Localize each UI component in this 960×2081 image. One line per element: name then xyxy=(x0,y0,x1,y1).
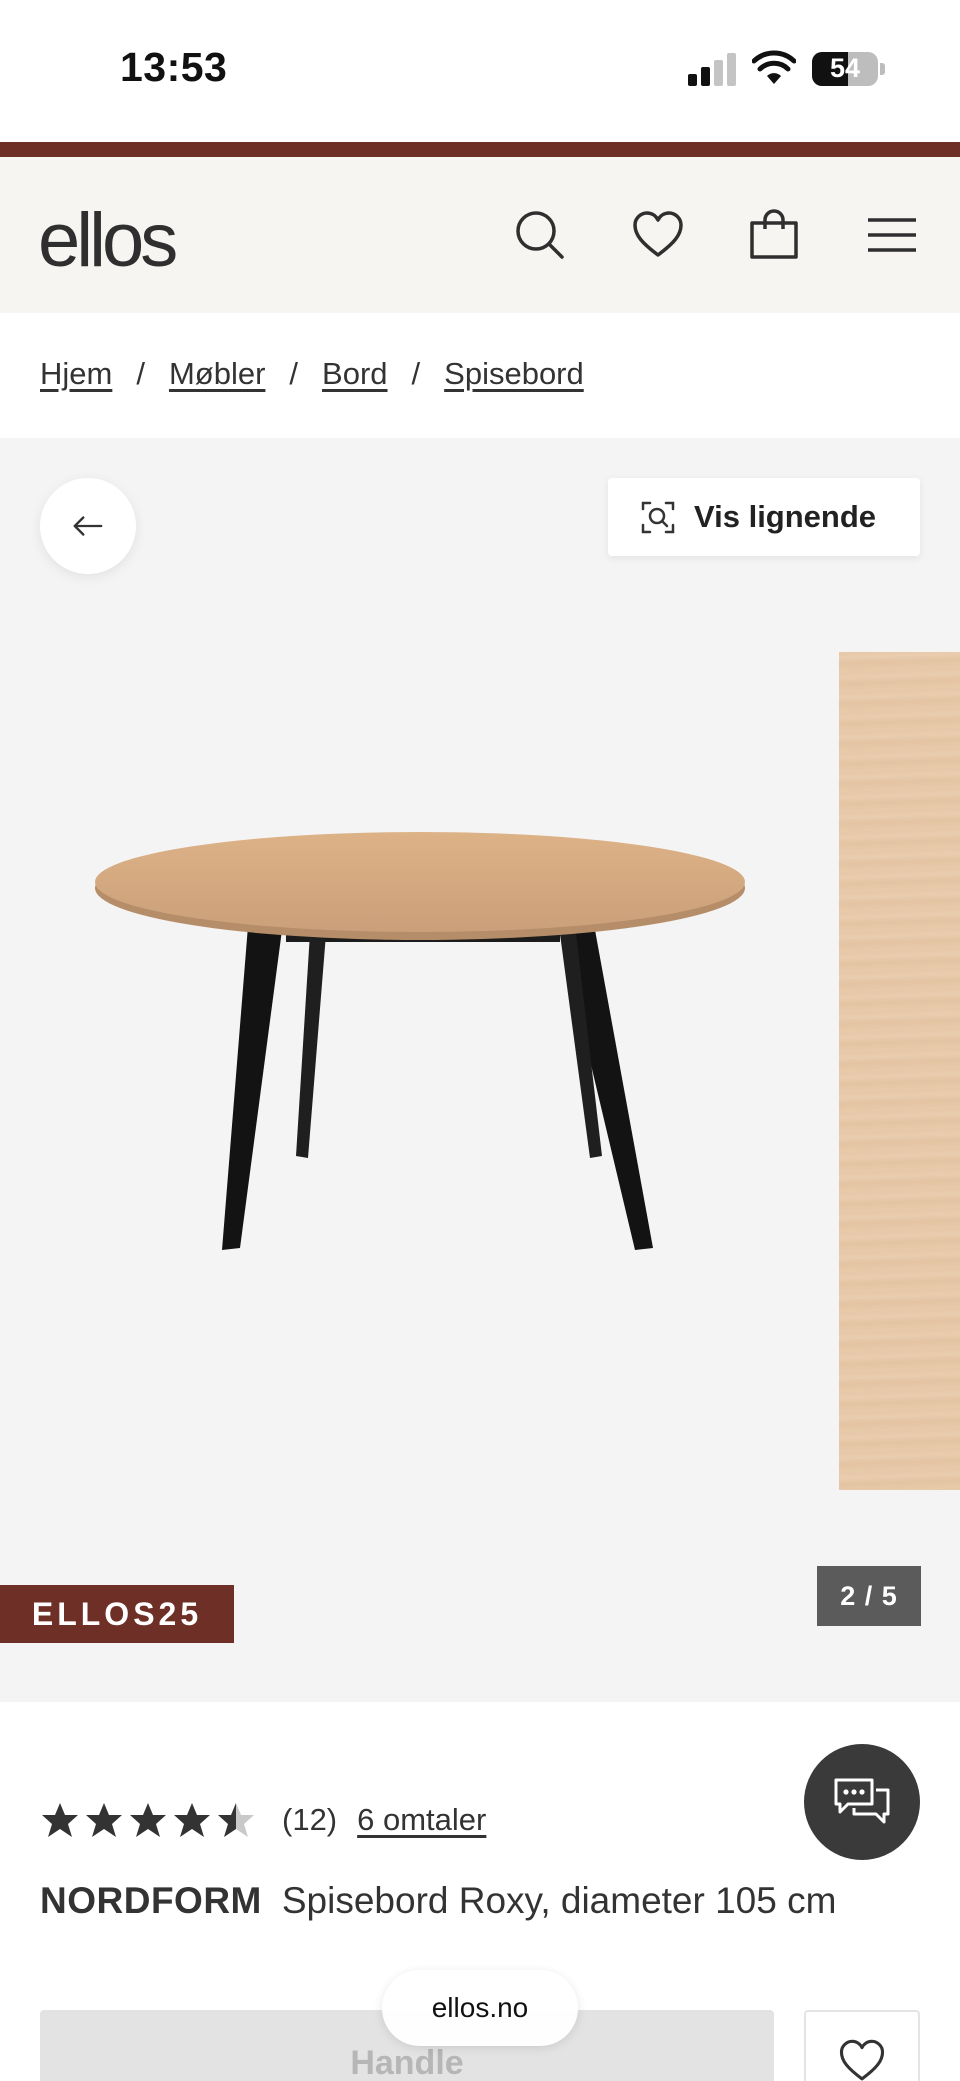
wifi-icon xyxy=(751,50,797,86)
cellular-signal-icon xyxy=(688,52,738,86)
product-image-table xyxy=(95,832,745,1250)
image-counter: 2 / 5 xyxy=(817,1566,921,1626)
star-icon xyxy=(42,1803,78,1837)
promo-code-badge: ELLOS25 xyxy=(0,1585,234,1643)
chat-bubbles-icon xyxy=(834,1778,890,1824)
add-to-wishlist-button[interactable] xyxy=(804,2010,920,2081)
show-similar-button[interactable]: Vis lignende xyxy=(608,478,920,556)
rating-count: (12) xyxy=(282,1802,338,1837)
status-time: 13:53 xyxy=(120,44,228,90)
heart-icon[interactable] xyxy=(630,207,686,263)
visual-search-icon xyxy=(641,501,675,534)
breadcrumb-dining-tables[interactable]: Spisebord xyxy=(444,356,584,392)
product-rating: (12) 6 omtaler xyxy=(40,1800,486,1840)
product-title: NORDFORM Spisebord Roxy, diameter 105 cm xyxy=(40,1880,836,1922)
product-name: Spisebord Roxy, diameter 105 cm xyxy=(281,1880,837,1921)
rating-stars xyxy=(40,1800,260,1840)
status-bar: 13:53 54 xyxy=(0,0,960,142)
show-similar-label: Vis lignende xyxy=(694,499,877,534)
star-icon xyxy=(174,1803,210,1837)
breadcrumb-tables[interactable]: Bord xyxy=(322,356,387,392)
chat-button[interactable] xyxy=(804,1744,920,1860)
breadcrumb-separator: / xyxy=(289,356,299,391)
product-image-next xyxy=(839,652,960,1490)
back-button[interactable] xyxy=(40,478,136,574)
brand-stripe xyxy=(0,142,960,157)
site-header: ellos xyxy=(0,157,960,313)
battery-level: 54 xyxy=(829,53,861,83)
breadcrumb-separator: / xyxy=(136,356,145,391)
reviews-link[interactable]: 6 omtaler xyxy=(357,1802,486,1838)
battery-icon: 54 xyxy=(812,52,878,86)
ellos-logo[interactable]: ellos xyxy=(38,197,178,284)
breadcrumb-home[interactable]: Hjem xyxy=(40,356,112,392)
heart-icon xyxy=(839,2039,885,2081)
browser-url-pill[interactable]: ellos.no xyxy=(382,1970,578,2046)
shopping-bag-icon[interactable] xyxy=(746,207,802,263)
star-icon xyxy=(86,1803,122,1837)
breadcrumb-separator: / xyxy=(411,356,421,391)
star-icon xyxy=(130,1803,166,1837)
battery-tip xyxy=(880,63,885,75)
breadcrumb-furniture[interactable]: Møbler xyxy=(169,356,265,392)
product-gallery[interactable]: Vis lignende ELLOS25 2 / 5 xyxy=(0,438,960,1702)
arrow-left-icon xyxy=(73,516,103,536)
search-icon[interactable] xyxy=(512,207,568,263)
half-star-icon xyxy=(218,1803,254,1837)
menu-icon[interactable] xyxy=(864,207,920,263)
breadcrumb: Hjem / Møbler / Bord / Spisebord xyxy=(40,356,584,392)
product-brand[interactable]: NORDFORM xyxy=(40,1880,262,1921)
